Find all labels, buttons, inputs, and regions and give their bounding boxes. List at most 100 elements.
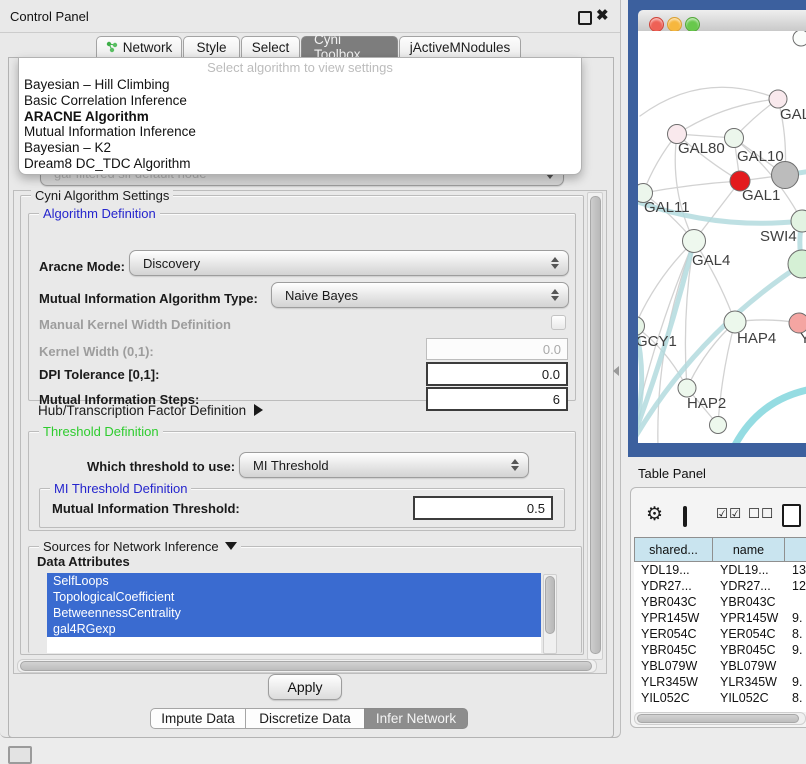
bottom-tab-impute-data[interactable]: Impute Data (150, 708, 246, 729)
network-canvas[interactable]: GALGAL80GAL10GAL1GAL11SWI4GAL4GCY1HAP4YH… (638, 31, 806, 443)
table-cell[interactable]: YBL079W (634, 658, 713, 674)
node-GAL4[interactable] (683, 230, 706, 253)
attribute-item[interactable]: BetweennessCentrality (47, 605, 541, 621)
combo-stepper-icon[interactable] (551, 257, 559, 269)
sources-title[interactable]: Sources for Network Inference (39, 539, 241, 554)
algorithm-option[interactable]: Bayesian – K2 (19, 140, 581, 156)
columns-icon[interactable] (683, 506, 687, 527)
column-header[interactable] (785, 537, 806, 562)
table-cell[interactable]: YER054C (713, 626, 785, 642)
column-header[interactable]: shared... (634, 537, 713, 562)
table-cell[interactable]: 9. (785, 642, 806, 658)
table-cell[interactable]: 12 (785, 578, 806, 594)
apply-button[interactable]: Apply (268, 674, 342, 700)
table-cell[interactable]: YIL052C (713, 690, 785, 704)
combo-stepper-icon[interactable] (511, 459, 519, 471)
mi-threshold-definition-group: MI Threshold Definition Mutual Informati… (39, 488, 565, 528)
table-row[interactable]: YBR043CYBR043C (634, 594, 806, 610)
kernel-width-field[interactable]: 0.0 (426, 338, 568, 360)
node-GAL10[interactable] (725, 129, 744, 148)
node-whitetop[interactable] (793, 31, 806, 46)
table-cell[interactable]: YER054C (634, 626, 713, 642)
table-cell[interactable]: YBR045C (634, 642, 713, 658)
node-grayn[interactable] (772, 162, 799, 189)
table-cell[interactable]: YBL079W (713, 658, 785, 674)
gear-icon[interactable]: ⚙ (646, 503, 663, 526)
table-cell[interactable]: YDL19... (634, 562, 713, 578)
dpi-tolerance-field[interactable]: 0.0 (426, 362, 568, 386)
mi-threshold-field[interactable]: 0.5 (413, 496, 553, 520)
table-row[interactable]: YER054CYER054C8. (634, 626, 806, 642)
edge-GAL80-galpink[interactable] (677, 99, 778, 134)
table-cell[interactable]: YIL052C (634, 690, 713, 704)
table-cell[interactable]: YBR043C (713, 594, 785, 610)
new-table-icon[interactable] (782, 504, 801, 527)
float-panel-icon[interactable] (578, 11, 592, 25)
table-cell[interactable] (785, 658, 806, 674)
tab-network[interactable]: Network (96, 36, 182, 57)
table-row[interactable]: YDL19...YDL19...13 (634, 562, 806, 578)
tab-select[interactable]: Select (241, 36, 300, 57)
zoom-traffic-light-icon[interactable] (685, 17, 700, 32)
minimize-traffic-light-icon[interactable] (667, 17, 682, 32)
tab-cyni-toolbox[interactable]: Cyni Toolbox (301, 36, 398, 57)
settings-horizontal-scrollbar[interactable] (17, 659, 597, 673)
bottom-tab-discretize-data[interactable]: Discretize Data (245, 708, 365, 729)
table-cell[interactable]: 8. (785, 690, 806, 704)
algorithm-option[interactable]: Dream8 DC_TDC Algorithm (19, 156, 581, 172)
minimized-panel-icon[interactable] (8, 746, 32, 764)
mi-type-combo[interactable]: Naive Bayes (271, 282, 569, 308)
close-icon[interactable]: ✖ (596, 6, 609, 24)
edge-GAL1-GAL11[interactable] (643, 181, 740, 193)
table-cell[interactable]: YPR145W (634, 610, 713, 626)
select-all-columns-icon[interactable]: ☑☑ (716, 506, 742, 522)
table-row[interactable]: YIL052CYIL052C8. (634, 690, 806, 704)
table-cell[interactable]: 9. (785, 674, 806, 690)
tab-style[interactable]: Style (183, 36, 240, 57)
table-cell[interactable]: YLR345W (713, 674, 785, 690)
which-threshold-combo[interactable]: MI Threshold (239, 452, 529, 478)
network-window-titlebar[interactable] (638, 10, 806, 32)
deselect-all-columns-icon[interactable]: ☐☐ (748, 506, 774, 522)
table-cell[interactable]: 8. (785, 626, 806, 642)
table-cell[interactable] (785, 594, 806, 610)
bottom-tab-infer-network[interactable]: Infer Network (364, 708, 468, 729)
table-row[interactable]: YDR27...YDR27...12 (634, 578, 806, 594)
table-cell[interactable]: YLR345W (634, 674, 713, 690)
table-cell[interactable]: YBR045C (713, 642, 785, 658)
column-header[interactable]: name (713, 537, 785, 562)
table-row[interactable]: YPR145WYPR145W9. (634, 610, 806, 626)
manual-kernel-checkbox[interactable] (551, 315, 566, 330)
mi-steps-field[interactable]: 6 (426, 387, 568, 411)
table-row[interactable]: YBL079WYBL079W (634, 658, 806, 674)
aracne-mode-combo[interactable]: Discovery (129, 250, 569, 276)
attribute-item[interactable]: TopologicalCoefficient (47, 589, 541, 605)
attributes-scrollbar[interactable] (543, 574, 557, 654)
table-horizontal-scrollbar[interactable] (634, 712, 806, 725)
hub-definition-toggle[interactable]: Hub/Transcription Factor Definition (38, 403, 263, 418)
table-cell[interactable]: YPR145W (713, 610, 785, 626)
node-greenb[interactable] (710, 417, 727, 434)
table-cell[interactable]: 13 (785, 562, 806, 578)
table-row[interactable]: YBR045CYBR045C9. (634, 642, 806, 658)
table-cell[interactable]: YDL19... (713, 562, 785, 578)
table-cell[interactable]: YBR043C (634, 594, 713, 610)
tab-jactivemnodules[interactable]: jActiveMNodules (399, 36, 521, 57)
table-cell[interactable]: YDR27... (634, 578, 713, 594)
edge-GAL80-GAL11[interactable] (643, 134, 677, 193)
table-cell[interactable]: YDR27... (713, 578, 785, 594)
edge-aB2-aBR[interactable] (733, 389, 806, 443)
algorithm-option[interactable]: Bayesian – Hill Climbing (19, 77, 581, 93)
combo-stepper-icon[interactable] (551, 289, 559, 301)
algorithm-option[interactable]: ARACNE Algorithm (19, 109, 581, 125)
table-row[interactable]: YLR345WYLR345W9. (634, 674, 806, 690)
table-cell[interactable]: 9. (785, 610, 806, 626)
attribute-item[interactable]: gal4RGexp (47, 621, 541, 637)
settings-vertical-scrollbar[interactable] (587, 192, 603, 660)
split-pane-arrow-icon[interactable] (613, 366, 619, 376)
attribute-item[interactable]: SelfLoops (47, 573, 541, 589)
close-traffic-light-icon[interactable] (649, 17, 664, 32)
aracne-mode-label: Aracne Mode: (39, 259, 125, 274)
algorithm-option[interactable]: Basic Correlation Inference (19, 93, 581, 109)
algorithm-option[interactable]: Mutual Information Inference (19, 124, 581, 140)
